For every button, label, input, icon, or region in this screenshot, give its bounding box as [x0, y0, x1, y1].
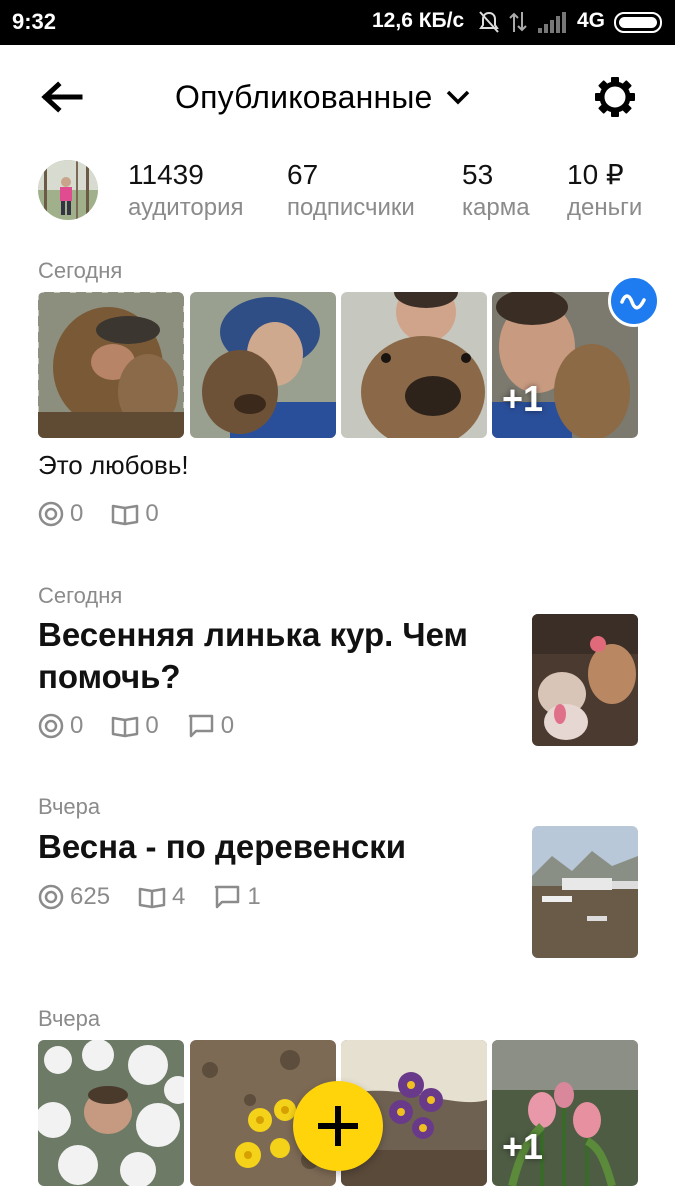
post-metrics: 625 4 1: [38, 883, 289, 911]
reads-metric: 0: [111, 500, 159, 528]
add-post-button[interactable]: [293, 1081, 383, 1171]
post-date: Вчера: [38, 794, 101, 819]
views-count: 0: [70, 712, 84, 739]
more-photos-count: +1: [502, 1126, 544, 1167]
app-header: Опубликованные: [0, 45, 675, 150]
eye-icon: [38, 713, 64, 739]
page-title: Опубликованные: [175, 78, 433, 115]
settings-button[interactable]: [593, 75, 637, 119]
gallery-photo[interactable]: [341, 292, 487, 438]
stat-value: 67: [287, 159, 319, 190]
stat-label: деньги: [567, 194, 643, 221]
data-transfer-icon: [509, 12, 527, 32]
gallery-photo[interactable]: [38, 292, 184, 438]
stat-value: 10 ₽: [567, 159, 624, 190]
network-type: 4G: [577, 9, 606, 32]
book-icon: [112, 504, 139, 526]
comment-icon: [215, 885, 240, 909]
bell-muted-icon: [479, 11, 499, 33]
post-title[interactable]: Весенняя линька кур. Чем помочь?: [38, 614, 508, 698]
comment-icon: [188, 714, 213, 738]
arrow-left-icon: [41, 81, 83, 113]
views-metric: 0: [38, 712, 83, 740]
views-metric: 625: [38, 883, 110, 911]
stat-karma: 53 карма: [462, 158, 530, 224]
gallery-photo[interactable]: +1: [492, 1040, 638, 1186]
post-caption: Это любовь!: [38, 450, 189, 480]
avatar[interactable]: [38, 160, 98, 220]
status-speed: 12,6 КБ/с: [372, 9, 465, 32]
status-time: 9:32: [12, 9, 57, 34]
stat-value: 53: [462, 159, 494, 190]
eye-icon: [38, 501, 64, 527]
status-bar: 9:32 12,6 КБ/с 4G: [0, 0, 675, 45]
comments-metric: 1: [213, 883, 261, 911]
stat-subscribers: 67 подписчики: [287, 158, 415, 224]
more-photos-count: +1: [502, 378, 544, 419]
stat-value: 11439: [128, 159, 204, 190]
plus-icon: [318, 1106, 358, 1146]
post-thumbnail[interactable]: [532, 826, 638, 958]
chevron-down-icon: [446, 90, 469, 105]
post-date: Вчера: [38, 1006, 101, 1031]
gallery-photo[interactable]: [190, 292, 336, 438]
reads-count: 4: [172, 883, 186, 910]
filter-dropdown[interactable]: Опубликованные: [175, 75, 471, 119]
book-icon: [112, 716, 139, 738]
back-button[interactable]: [38, 77, 86, 117]
reads-metric: 4: [138, 883, 185, 911]
comments-count: 1: [247, 883, 261, 910]
post-metrics: 0 0: [38, 500, 187, 528]
stat-label: аудитория: [128, 194, 244, 221]
stat-label: подписчики: [287, 194, 415, 221]
stat-money: 10 ₽ деньги: [567, 158, 645, 224]
reads-count: 0: [145, 500, 159, 527]
book-icon: [138, 887, 166, 909]
reads-metric: 0: [111, 712, 159, 740]
reads-count: 0: [145, 712, 159, 739]
battery-icon: [614, 12, 662, 33]
eye-icon: [38, 884, 64, 910]
post-thumbnail[interactable]: [532, 614, 638, 746]
comments-metric: 0: [187, 712, 234, 740]
comments-count: 0: [220, 712, 235, 739]
stat-label: карма: [462, 194, 530, 221]
wave-icon: [620, 294, 646, 310]
gallery-photo[interactable]: [38, 1040, 184, 1186]
views-count: 625: [70, 883, 111, 910]
post-title[interactable]: Весна - по деревенски: [38, 826, 508, 868]
post-date: Сегодня: [38, 258, 123, 283]
stat-audience: 11439 аудитория: [128, 158, 244, 224]
views-metric: 0: [38, 500, 83, 528]
post-metrics: 0 0 0: [38, 712, 262, 740]
wave-badge[interactable]: [608, 275, 660, 327]
signal-icon: [538, 12, 566, 33]
post-date: Сегодня: [38, 583, 123, 608]
gear-icon: [595, 77, 635, 117]
views-count: 0: [70, 500, 84, 527]
